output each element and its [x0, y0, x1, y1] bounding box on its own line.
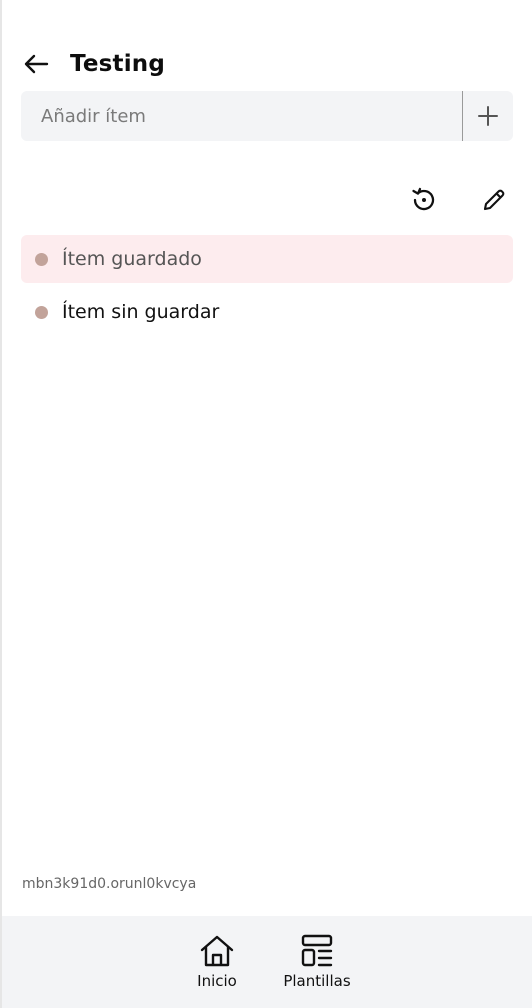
templates-icon	[301, 934, 333, 967]
nav-label: Plantillas	[283, 972, 351, 990]
nav-item-plantillas[interactable]: Plantillas	[283, 934, 351, 1008]
add-item-button[interactable]	[463, 91, 513, 141]
list-item-label: Ítem sin guardar	[62, 301, 220, 323]
add-item-bar	[21, 91, 513, 141]
history-icon	[412, 187, 435, 211]
session-id: mbn3k91d0.orunl0kvcya	[22, 876, 197, 892]
back-button[interactable]	[20, 48, 52, 80]
nav-item-inicio[interactable]: Inicio	[187, 934, 247, 1008]
list-toolbar	[406, 180, 512, 220]
arrow-left-icon	[24, 54, 49, 74]
nav-label: Inicio	[197, 972, 237, 990]
home-icon	[200, 935, 234, 967]
plus-icon	[478, 106, 498, 126]
add-item-input[interactable]	[21, 91, 462, 141]
bottom-nav: Inicio Plantillas	[2, 916, 532, 1008]
list-item-label: Ítem guardado	[62, 248, 202, 270]
edit-button[interactable]	[476, 180, 512, 220]
pencil-icon	[483, 189, 505, 211]
reset-button[interactable]	[406, 180, 442, 220]
window-edge	[0, 0, 2, 1008]
bullet-dot	[35, 305, 48, 319]
page-title: Testing	[70, 51, 166, 77]
header: Testing	[20, 44, 165, 84]
item-list: Ítem guardado Ítem sin guardar	[21, 235, 513, 341]
list-item-saved[interactable]: Ítem guardado	[21, 235, 513, 283]
bullet-dot	[35, 252, 48, 266]
list-item-unsaved[interactable]: Ítem sin guardar	[21, 288, 513, 336]
